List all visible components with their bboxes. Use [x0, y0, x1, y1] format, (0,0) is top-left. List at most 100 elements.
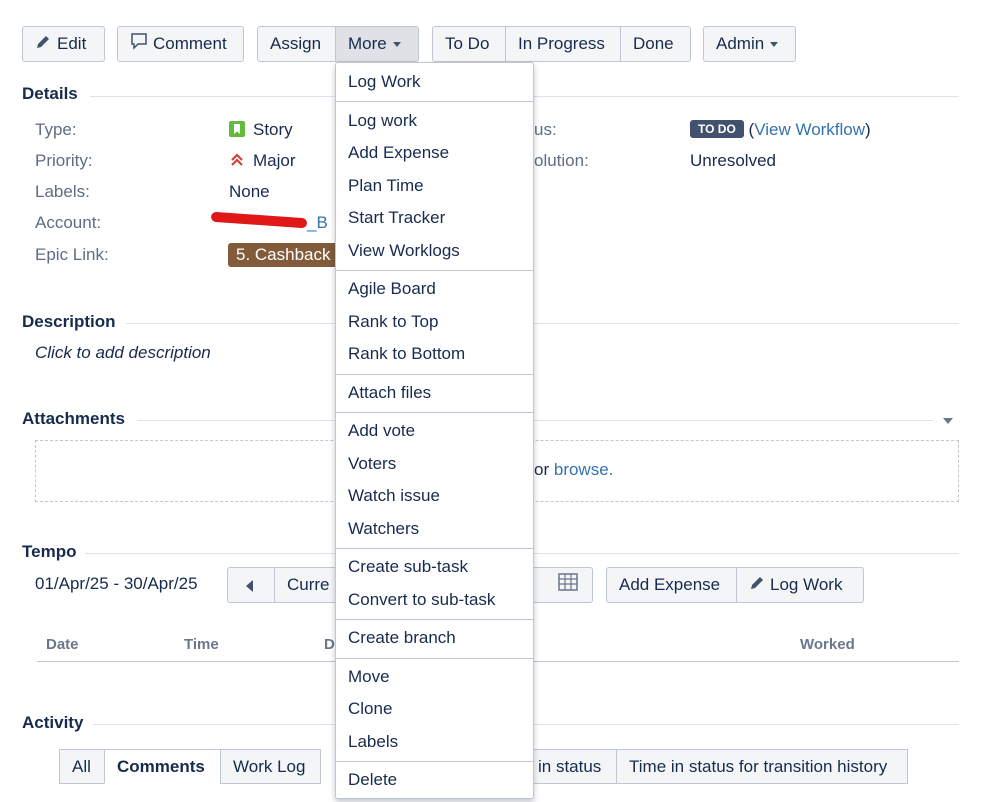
menu-convert-to-sub-task[interactable]: Convert to sub-task — [348, 590, 495, 610]
col-time: Time — [184, 636, 219, 653]
account-link[interactable]: _B — [210, 211, 328, 233]
type-text: Story — [253, 120, 293, 139]
tempo-log-work-button[interactable]: Log Work — [737, 567, 864, 603]
tempo-calendar-button[interactable] — [534, 567, 593, 603]
chevron-left-icon — [246, 579, 253, 592]
menu-separator — [336, 548, 533, 549]
assign-label: Assign — [270, 34, 322, 53]
edit-button[interactable]: Edit — [22, 26, 105, 62]
menu-separator — [336, 270, 533, 271]
priority-major-icon — [229, 152, 245, 173]
log-work-label: Log Work — [770, 575, 843, 594]
menu-plan-time[interactable]: Plan Time — [348, 176, 424, 196]
done-button[interactable]: Done — [621, 26, 691, 62]
attachments-divider — [137, 420, 933, 421]
attachments-toggle-icon[interactable] — [943, 418, 953, 424]
tempo-add-expense-button[interactable]: Add Expense — [606, 567, 737, 603]
chevron-down-icon — [392, 42, 401, 48]
menu-separator — [336, 101, 533, 102]
account-text: _B — [307, 213, 328, 232]
priority-label: Priority: — [35, 151, 93, 170]
menu-separator — [336, 374, 533, 375]
story-icon — [229, 121, 245, 137]
todo-button[interactable]: To Do — [432, 26, 506, 62]
resolution-value: Unresolved — [690, 151, 776, 170]
menu-watch-issue[interactable]: Watch issue — [348, 486, 440, 506]
tempo-current-button[interactable]: Curre — [275, 567, 337, 603]
status-badge: TO DO — [690, 120, 744, 138]
comment-label: Comment — [153, 34, 227, 53]
menu-separator — [336, 658, 533, 659]
dropzone-or: or — [534, 460, 550, 479]
workflow-close-paren: ) — [865, 120, 871, 139]
more-label: More — [348, 34, 387, 53]
in-progress-button[interactable]: In Progress — [506, 26, 621, 62]
view-workflow-link[interactable]: View Workflow — [754, 120, 865, 139]
menu-rank-to-top[interactable]: Rank to Top — [348, 312, 438, 332]
col-date: Date — [46, 636, 79, 653]
menu-delete[interactable]: Delete — [348, 770, 397, 790]
menu-clone[interactable]: Clone — [348, 699, 392, 719]
menu-rank-to-bottom[interactable]: Rank to Bottom — [348, 344, 465, 364]
status-value: TO DO (View Workflow) — [690, 120, 871, 140]
labels-label: Labels: — [35, 182, 90, 201]
account-label: Account: — [35, 213, 102, 232]
description-placeholder[interactable]: Click to add description — [35, 343, 211, 363]
tab-comments[interactable]: Comments — [104, 749, 221, 784]
tab-time-in-status-history[interactable]: Time in status for transition history — [616, 749, 908, 784]
menu-log-work-tempo[interactable]: Log work — [348, 111, 417, 131]
edit-label: Edit — [57, 34, 87, 53]
add-expense-label: Add Expense — [619, 575, 721, 594]
more-button[interactable]: More — [335, 26, 419, 62]
comment-button[interactable]: Comment — [117, 26, 244, 62]
menu-create-branch[interactable]: Create branch — [348, 628, 456, 648]
browse-link[interactable]: browse. — [554, 460, 614, 479]
menu-separator — [336, 412, 533, 413]
attachments-heading: Attachments — [22, 409, 125, 428]
labels-value: None — [229, 182, 270, 201]
priority-text: Major — [253, 151, 296, 170]
menu-agile-board[interactable]: Agile Board — [348, 279, 436, 299]
menu-voters[interactable]: Voters — [348, 454, 396, 474]
type-value: Story — [229, 120, 293, 140]
menu-view-worklogs[interactable]: View Worklogs — [348, 241, 460, 261]
assign-button[interactable]: Assign — [257, 26, 336, 62]
pencil-icon — [749, 569, 765, 603]
epic-link-lozenge[interactable]: 5. Cashback — [228, 243, 339, 267]
menu-add-vote[interactable]: Add vote — [348, 421, 415, 441]
menu-separator — [336, 619, 533, 620]
type-label: Type: — [35, 120, 77, 139]
admin-label: Admin — [716, 34, 765, 53]
redaction-mark — [210, 211, 308, 228]
menu-separator — [336, 761, 533, 762]
tempo-heading: Tempo — [22, 542, 77, 561]
menu-attach-files[interactable]: Attach files — [348, 383, 431, 403]
details-heading: Details — [22, 84, 78, 103]
col-description-partial: D — [324, 636, 335, 653]
priority-value: Major — [229, 151, 296, 173]
done-label: Done — [633, 34, 674, 53]
status-label: us: — [534, 120, 557, 139]
col-worked: Worked — [800, 636, 855, 653]
menu-start-tracker[interactable]: Start Tracker — [348, 208, 445, 228]
resolution-label: olution: — [534, 151, 589, 170]
description-divider — [126, 323, 959, 324]
tab-all[interactable]: All — [59, 749, 105, 784]
menu-add-expense[interactable]: Add Expense — [348, 143, 449, 163]
menu-move[interactable]: Move — [348, 667, 390, 687]
tab-work-log[interactable]: Work Log — [220, 749, 321, 784]
speech-bubble-icon — [130, 28, 148, 62]
epic-link-label: Epic Link: — [35, 245, 109, 264]
admin-button[interactable]: Admin — [703, 26, 796, 62]
pencil-icon — [35, 28, 51, 62]
menu-log-work[interactable]: Log Work — [348, 72, 420, 92]
current-label: Curre — [287, 575, 330, 594]
tempo-date-range: 01/Apr/25 - 30/Apr/25 — [35, 574, 198, 593]
menu-create-sub-task[interactable]: Create sub-task — [348, 557, 468, 577]
menu-labels[interactable]: Labels — [348, 732, 398, 752]
description-heading: Description — [22, 312, 116, 331]
calendar-grid-icon — [558, 569, 578, 603]
tempo-prev-button[interactable] — [227, 567, 275, 603]
in-progress-label: In Progress — [518, 34, 605, 53]
menu-watchers[interactable]: Watchers — [348, 519, 419, 539]
